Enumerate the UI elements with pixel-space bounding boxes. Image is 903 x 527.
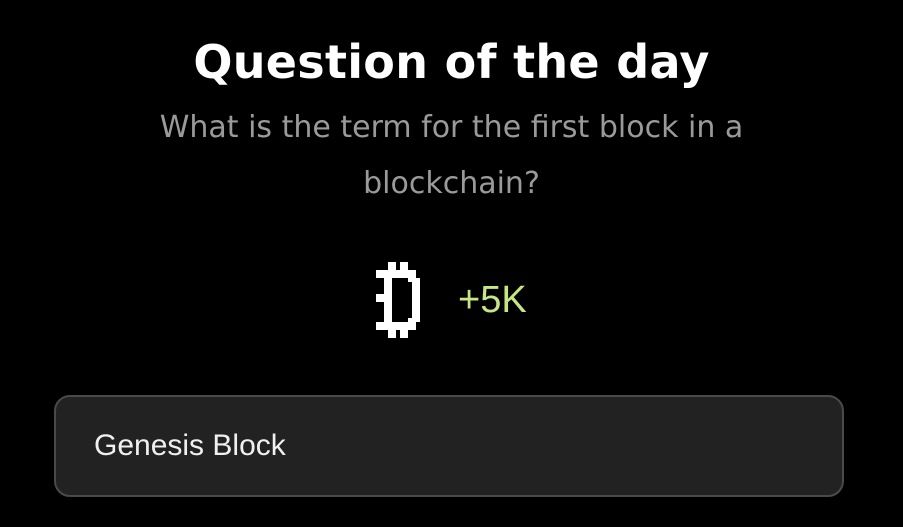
question-text: What is the term for the first block in …: [159, 110, 744, 201]
page-title: Question of the day: [193, 35, 710, 89]
reward-badge: +5K: [376, 262, 527, 338]
reward-value: +5K: [458, 279, 527, 321]
answer-input[interactable]: Genesis Block: [54, 395, 844, 497]
bitcoin-pixel-icon: [376, 262, 420, 338]
answer-value: Genesis Block: [94, 429, 286, 462]
